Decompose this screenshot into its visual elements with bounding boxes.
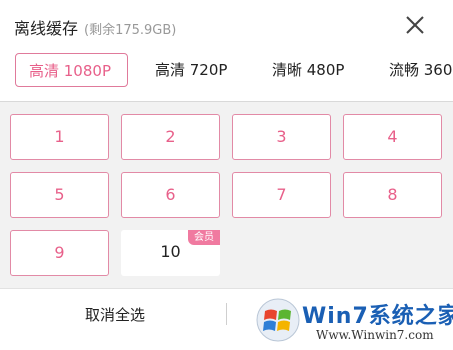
watermark-brand: Win7系统之家 (302, 304, 453, 329)
close-button[interactable] (402, 12, 428, 38)
episode-5[interactable]: 5 (10, 172, 109, 218)
quality-tab-1080p[interactable]: 高清 1080P (15, 53, 128, 87)
episode-2[interactable]: 2 (121, 114, 220, 160)
title-text: 离线缓存 (14, 19, 79, 38)
episode-4[interactable]: 4 (343, 114, 442, 160)
episode-8[interactable]: 8 (343, 172, 442, 218)
footer-divider (226, 303, 227, 325)
episode-3[interactable]: 3 (232, 114, 331, 160)
dialog-title: 离线缓存 (剩余175.9GB) (14, 15, 176, 39)
quality-tab-360p[interactable]: 流畅 360P (389, 53, 453, 87)
dialog-header: 离线缓存 (剩余175.9GB) (0, 0, 453, 50)
vip-badge: 会员 (188, 230, 220, 245)
episode-6[interactable]: 6 (121, 172, 220, 218)
episode-10-label: 10 (160, 242, 181, 261)
section-divider (0, 101, 453, 102)
storage-remaining: (剩余175.9GB) (84, 23, 177, 38)
episode-1[interactable]: 1 (10, 114, 109, 160)
watermark-url: Www.Winwin7.com (316, 328, 434, 342)
quality-selector: 高清 1080P 高清 720P 清晰 480P 流畅 360P (0, 50, 453, 101)
quality-tab-480p[interactable]: 清晰 480P (272, 53, 344, 87)
quality-tab-720p[interactable]: 高清 720P (155, 53, 227, 87)
close-icon (406, 16, 424, 34)
windows-logo-icon (256, 298, 300, 342)
episode-9[interactable]: 9 (10, 230, 109, 276)
site-watermark: Win7系统之家 Www.Winwin7.com (254, 294, 453, 350)
episode-10[interactable]: 10 会员 (121, 230, 220, 276)
episode-7[interactable]: 7 (232, 172, 331, 218)
cancel-select-all-button[interactable]: 取消全选 (60, 289, 170, 349)
